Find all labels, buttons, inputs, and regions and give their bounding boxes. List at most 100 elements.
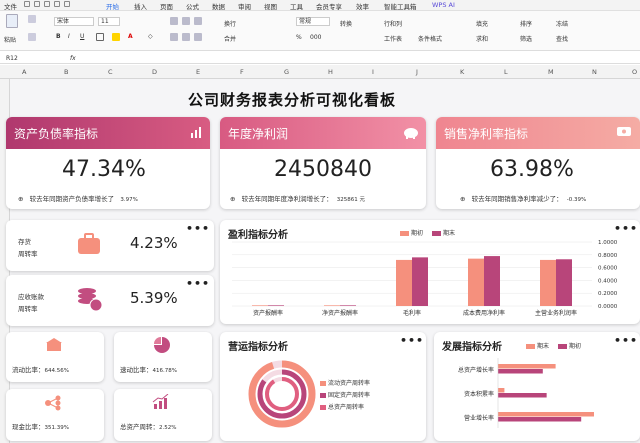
- paste-button[interactable]: 粘贴: [4, 35, 16, 44]
- formula-bar: R12 fx: [0, 52, 640, 64]
- align-center-icon[interactable]: [182, 33, 190, 41]
- align-bottom-icon[interactable]: [194, 17, 202, 25]
- freeze-button[interactable]: 冻结: [556, 19, 568, 28]
- preview-icon[interactable]: [44, 1, 50, 7]
- cell-reference-box[interactable]: R12: [6, 55, 18, 62]
- save-icon[interactable]: [24, 1, 30, 7]
- menu-formula[interactable]: 公式: [186, 1, 199, 11]
- undo-icon[interactable]: [54, 1, 60, 7]
- ring-segment: [265, 377, 299, 411]
- align-top-icon[interactable]: [170, 17, 178, 25]
- rows-cols-button[interactable]: 行和列: [384, 19, 402, 28]
- column-header[interactable]: N: [592, 68, 597, 76]
- column-header[interactable]: A: [22, 68, 26, 76]
- ratio-card-total-asset: 总资产周转：2.52%: [114, 389, 212, 441]
- column-header[interactable]: C: [108, 68, 113, 76]
- menu-member[interactable]: 会员专享: [316, 1, 342, 11]
- kpi-header: 销售净利率指标: [436, 117, 640, 149]
- ratio-label: 速动比率：416.78%: [120, 366, 177, 374]
- sort-button[interactable]: 排序: [520, 19, 532, 28]
- filter-button[interactable]: 筛选: [520, 34, 532, 43]
- money-stack-icon: [617, 127, 631, 136]
- bar: [268, 305, 284, 306]
- ratio-label: 总资产周转：2.52%: [120, 423, 177, 431]
- wrap-button[interactable]: 换行: [224, 19, 236, 28]
- column-header[interactable]: I: [372, 68, 374, 76]
- bar: [412, 257, 428, 306]
- menu-data[interactable]: 数据: [212, 1, 225, 11]
- turnover-card-inventory: 存货 周转率 4.23% •••: [6, 220, 214, 271]
- font-color-icon[interactable]: A: [128, 33, 133, 40]
- menu-insert[interactable]: 插入: [134, 1, 147, 11]
- column-header[interactable]: G: [284, 68, 289, 76]
- convert-button[interactable]: 转换: [340, 19, 352, 28]
- menu-tools[interactable]: 工具: [290, 1, 303, 11]
- bar: [498, 388, 505, 393]
- align-left-icon[interactable]: [170, 33, 178, 41]
- kpi-title: 销售净利率指标: [444, 127, 529, 141]
- font-size-select[interactable]: 11: [98, 17, 120, 26]
- more-icon[interactable]: •••: [186, 278, 210, 289]
- number-format-select[interactable]: 常规: [296, 17, 330, 26]
- column-header[interactable]: D: [152, 68, 157, 76]
- bar: [540, 259, 556, 306]
- column-header[interactable]: L: [504, 68, 508, 76]
- menu-view[interactable]: 视图: [264, 1, 277, 11]
- menu-efficiency[interactable]: 效率: [356, 1, 369, 11]
- column-header[interactable]: H: [328, 68, 333, 76]
- underline-button[interactable]: U: [80, 33, 84, 40]
- column-header[interactable]: M: [548, 68, 554, 76]
- fill-color-icon[interactable]: [112, 33, 120, 41]
- x-tick-label: 资产报酬率: [253, 309, 283, 317]
- fx-button[interactable]: fx: [70, 55, 76, 62]
- border-icon[interactable]: [96, 33, 104, 41]
- menu-smart-toolbox[interactable]: 智能工具箱: [384, 1, 417, 11]
- cut-icon[interactable]: [28, 15, 36, 23]
- column-header[interactable]: O: [632, 68, 637, 76]
- column-header[interactable]: K: [460, 68, 464, 76]
- copy-icon[interactable]: [28, 33, 36, 41]
- sum-button[interactable]: 求和: [476, 34, 488, 43]
- column-header[interactable]: E: [196, 68, 200, 76]
- bar: [396, 259, 412, 306]
- clear-format-icon[interactable]: ◇: [148, 33, 153, 40]
- worksheet-button[interactable]: 工作表: [384, 34, 402, 43]
- bold-button[interactable]: B: [56, 33, 61, 40]
- fill-button[interactable]: 填充: [476, 19, 488, 28]
- font-name-select[interactable]: 宋体: [54, 17, 94, 26]
- dev-bar-chart: 总资产增长率资本积累率营业增长率: [458, 358, 594, 428]
- column-header[interactable]: B: [64, 68, 68, 76]
- print-icon[interactable]: [34, 1, 40, 7]
- find-button[interactable]: 查找: [556, 34, 568, 43]
- y-category-label: 资本积累率: [464, 390, 494, 398]
- legend-item: 总资产周转率: [320, 402, 364, 411]
- italic-button[interactable]: I: [68, 33, 70, 40]
- menu-review[interactable]: 审阅: [238, 1, 251, 11]
- kpi-card-debt-ratio: 资产负债率指标 47.34% ⊕ 较去年同期资产负债率增长了 3.97%: [6, 117, 210, 209]
- dashboard-title: 公司财务报表分析可视化看板: [188, 91, 397, 109]
- kpi-note: ⊕ 较去年同期年度净利润增长了： 325861 元: [230, 195, 366, 203]
- column-header[interactable]: F: [240, 68, 244, 76]
- paste-icon[interactable]: [6, 14, 18, 28]
- menu-file[interactable]: 文件: [4, 1, 17, 11]
- column-header[interactable]: J: [416, 68, 418, 76]
- turnover-label: 应收账款: [18, 293, 44, 301]
- x-tick-label: 成本费用净利率: [463, 309, 505, 317]
- thousands-button[interactable]: 000: [310, 34, 321, 41]
- y-tick-label: 0.6000: [598, 266, 618, 272]
- redo-icon[interactable]: [64, 1, 70, 7]
- align-middle-icon[interactable]: [182, 17, 190, 25]
- align-right-icon[interactable]: [194, 33, 202, 41]
- growth-icon: [152, 394, 169, 409]
- bar: [498, 393, 547, 398]
- merge-button[interactable]: 合并: [224, 34, 236, 43]
- kpi-note: ⊕ 较去年同期资产负债率增长了 3.97%: [18, 195, 138, 203]
- menu-page[interactable]: 页面: [160, 1, 173, 11]
- conditional-format-button[interactable]: 条件格式: [418, 34, 442, 43]
- y-tick-label: 1.0000: [598, 240, 618, 246]
- ratio-card-cash: 现金比率：351.39%: [6, 389, 104, 441]
- more-icon[interactable]: •••: [186, 223, 210, 234]
- menu-wps-ai[interactable]: WPS AI: [432, 1, 455, 9]
- percent-button[interactable]: %: [296, 34, 302, 41]
- kpi-title: 年度净利润: [228, 127, 289, 141]
